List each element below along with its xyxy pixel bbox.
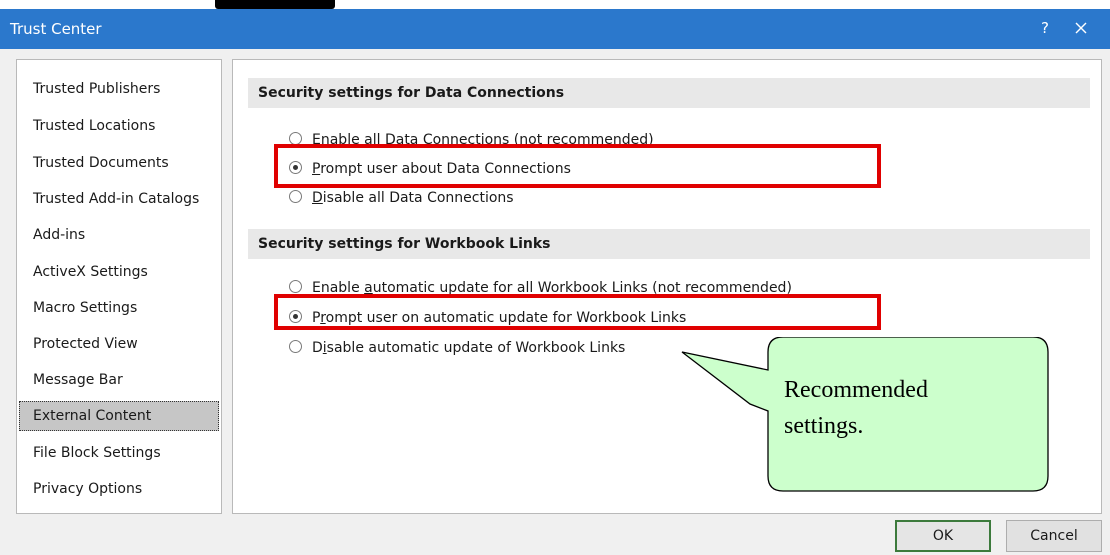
callout-text: Recommended settings.: [784, 377, 928, 439]
highlight-box-workbook-links: [274, 294, 881, 330]
sidebar-item-trusted-add-in-catalogs[interactable]: Trusted Add-in Catalogs: [19, 184, 219, 214]
sidebar-item-protected-view[interactable]: Protected View: [19, 329, 219, 359]
sidebar-item-privacy-options[interactable]: Privacy Options: [19, 474, 219, 504]
ok-button[interactable]: OK: [895, 520, 991, 552]
sidebar-item-activex-settings[interactable]: ActiveX Settings: [19, 257, 219, 287]
radio-button[interactable]: [289, 340, 302, 353]
radio-button[interactable]: [289, 280, 302, 293]
cancel-button[interactable]: Cancel: [1006, 520, 1102, 552]
sidebar-item-macro-settings[interactable]: Macro Settings: [19, 293, 219, 323]
dialog-title: Trust Center: [10, 20, 102, 38]
sidebar-item-add-ins[interactable]: Add-ins: [19, 220, 219, 250]
cropped-text-fragment: [215, 0, 335, 9]
background-strip: [0, 0, 1110, 9]
data-connections-disable-all-option[interactable]: Disable all Data Connections: [289, 187, 514, 209]
help-button[interactable]: ?: [1034, 17, 1056, 39]
sidebar-item-trusted-publishers[interactable]: Trusted Publishers: [19, 74, 219, 104]
sidebar-item-trusted-documents[interactable]: Trusted Documents: [19, 148, 219, 178]
sidebar-item-trusted-locations[interactable]: Trusted Locations: [19, 111, 219, 141]
close-button[interactable]: [1070, 17, 1092, 39]
title-bar: Trust Center ?: [0, 9, 1110, 49]
workbook-links-header: Security settings for Workbook Links: [248, 229, 1090, 259]
category-list: Trusted Publishers Trusted Locations Tru…: [16, 59, 222, 514]
sidebar-item-message-bar[interactable]: Message Bar: [19, 365, 219, 395]
data-connections-header: Security settings for Data Connections: [248, 78, 1090, 108]
highlight-box-data-connections: [274, 144, 881, 188]
workbook-links-disable-automatic-option[interactable]: Disable automatic update of Workbook Lin…: [289, 337, 625, 359]
radio-button[interactable]: [289, 190, 302, 203]
close-icon: [1075, 22, 1087, 34]
sidebar-item-external-content[interactable]: External Content: [19, 401, 219, 431]
sidebar-item-file-block-settings[interactable]: File Block Settings: [19, 438, 219, 468]
